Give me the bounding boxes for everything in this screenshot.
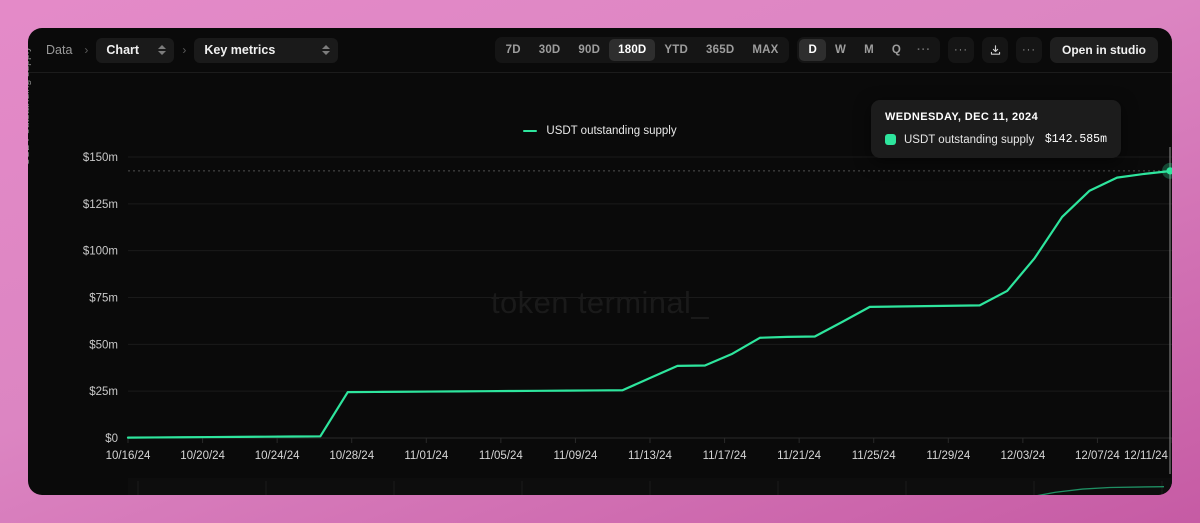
- svg-text:12/03/24: 12/03/24: [1000, 450, 1045, 462]
- granularity-more-button[interactable]: ···: [910, 39, 938, 61]
- tooltip-color-swatch-icon: [885, 134, 896, 145]
- more-options-right-button[interactable]: ···: [1016, 37, 1042, 63]
- tooltip-row: USDT outstanding supply $142.585m: [885, 133, 1107, 146]
- svg-text:11/25/24: 11/25/24: [852, 450, 897, 462]
- chart-tooltip: WEDNESDAY, DEC 11, 2024 USDT outstanding…: [871, 100, 1121, 158]
- svg-text:10/20/24: 10/20/24: [180, 450, 225, 462]
- tooltip-value: $142.585m: [1044, 133, 1107, 146]
- breadcrumb: Data › Chart › Key metrics: [42, 37, 339, 63]
- tooltip-date: WEDNESDAY, DEC 11, 2024: [885, 111, 1039, 123]
- chart-type-select-label: Chart: [106, 43, 140, 57]
- breadcrumb-separator-2: ›: [182, 43, 187, 57]
- chevron-updown-icon: [158, 43, 167, 57]
- granularity-button-m[interactable]: M: [855, 39, 883, 61]
- svg-text:$25m: $25m: [89, 386, 118, 398]
- download-button[interactable]: [982, 37, 1008, 63]
- svg-text:10/16/24: 10/16/24: [106, 450, 151, 462]
- open-in-studio-button[interactable]: Open in studio: [1050, 37, 1158, 63]
- svg-text:$0: $0: [105, 433, 118, 445]
- svg-text:11/13/24: 11/13/24: [628, 450, 673, 462]
- metric-select[interactable]: Key metrics: [194, 37, 339, 63]
- breadcrumb-separator-1: ›: [84, 43, 89, 57]
- chart-type-select[interactable]: Chart: [96, 37, 175, 63]
- svg-text:12/07/24: 12/07/24: [1075, 450, 1120, 462]
- svg-text:10/24/24: 10/24/24: [255, 450, 300, 462]
- range-button-90d[interactable]: 90D: [569, 39, 609, 61]
- svg-text:11/05/24: 11/05/24: [479, 450, 524, 462]
- svg-text:11/29/24: 11/29/24: [926, 450, 971, 462]
- granularity-button-q[interactable]: Q: [883, 39, 910, 61]
- range-selector: 7D 30D 90D 180D YTD 365D MAX: [494, 37, 790, 63]
- hover-point-marker: [1162, 162, 1172, 179]
- range-button-ytd[interactable]: YTD: [655, 39, 697, 61]
- granularity-selector: D W M Q ···: [797, 37, 940, 63]
- series-line-usdt-outstanding-supply: [126, 169, 1172, 439]
- svg-text:12/11/24: 12/11/24: [1124, 450, 1169, 462]
- y-gridlines: [128, 156, 1172, 439]
- toolbar-actions: 7D 30D 90D 180D YTD 365D MAX D W M Q ···…: [494, 37, 1158, 63]
- svg-text:$125m: $125m: [83, 199, 118, 211]
- breadcrumb-root[interactable]: Data: [42, 43, 76, 57]
- range-button-30d[interactable]: 30D: [530, 39, 570, 61]
- range-button-7d[interactable]: 7D: [497, 39, 530, 61]
- svg-text:$75m: $75m: [89, 293, 118, 305]
- x-axis-tick-labels: 10/16/24 10/20/24 10/24/24 10/28/24 11/01/24…: [106, 450, 1169, 462]
- svg-text:$100m: $100m: [83, 246, 118, 258]
- range-button-max[interactable]: MAX: [743, 39, 787, 61]
- metric-select-label: Key metrics: [204, 43, 276, 57]
- granularity-button-w[interactable]: W: [826, 39, 855, 61]
- y-axis-tick-labels: $0 $25m $50m $75m $100m $125m $150m: [83, 152, 118, 445]
- svg-text:10/28/24: 10/28/24: [329, 450, 374, 462]
- svg-text:$150m: $150m: [83, 152, 118, 164]
- more-options-left-button[interactable]: ···: [948, 37, 974, 63]
- svg-text:$50m: $50m: [89, 339, 118, 351]
- range-button-365d[interactable]: 365D: [697, 39, 743, 61]
- chevron-updown-icon: [322, 43, 331, 57]
- toolbar: Data › Chart › Key metrics 7D 30D 90D 18…: [28, 28, 1172, 73]
- range-button-180d[interactable]: 180D: [609, 39, 656, 61]
- x-gridlines: [127, 438, 1172, 443]
- chart-card: Data › Chart › Key metrics 7D 30D 90D 18…: [28, 28, 1172, 495]
- tooltip-series-name: USDT outstanding supply: [904, 133, 1035, 146]
- svg-text:11/17/24: 11/17/24: [703, 450, 748, 462]
- svg-text:11/01/24: 11/01/24: [404, 450, 449, 462]
- download-icon: [990, 44, 1000, 55]
- svg-text:11/09/24: 11/09/24: [553, 450, 598, 462]
- svg-text:11/21/24: 11/21/24: [777, 450, 822, 462]
- granularity-button-d[interactable]: D: [799, 39, 826, 61]
